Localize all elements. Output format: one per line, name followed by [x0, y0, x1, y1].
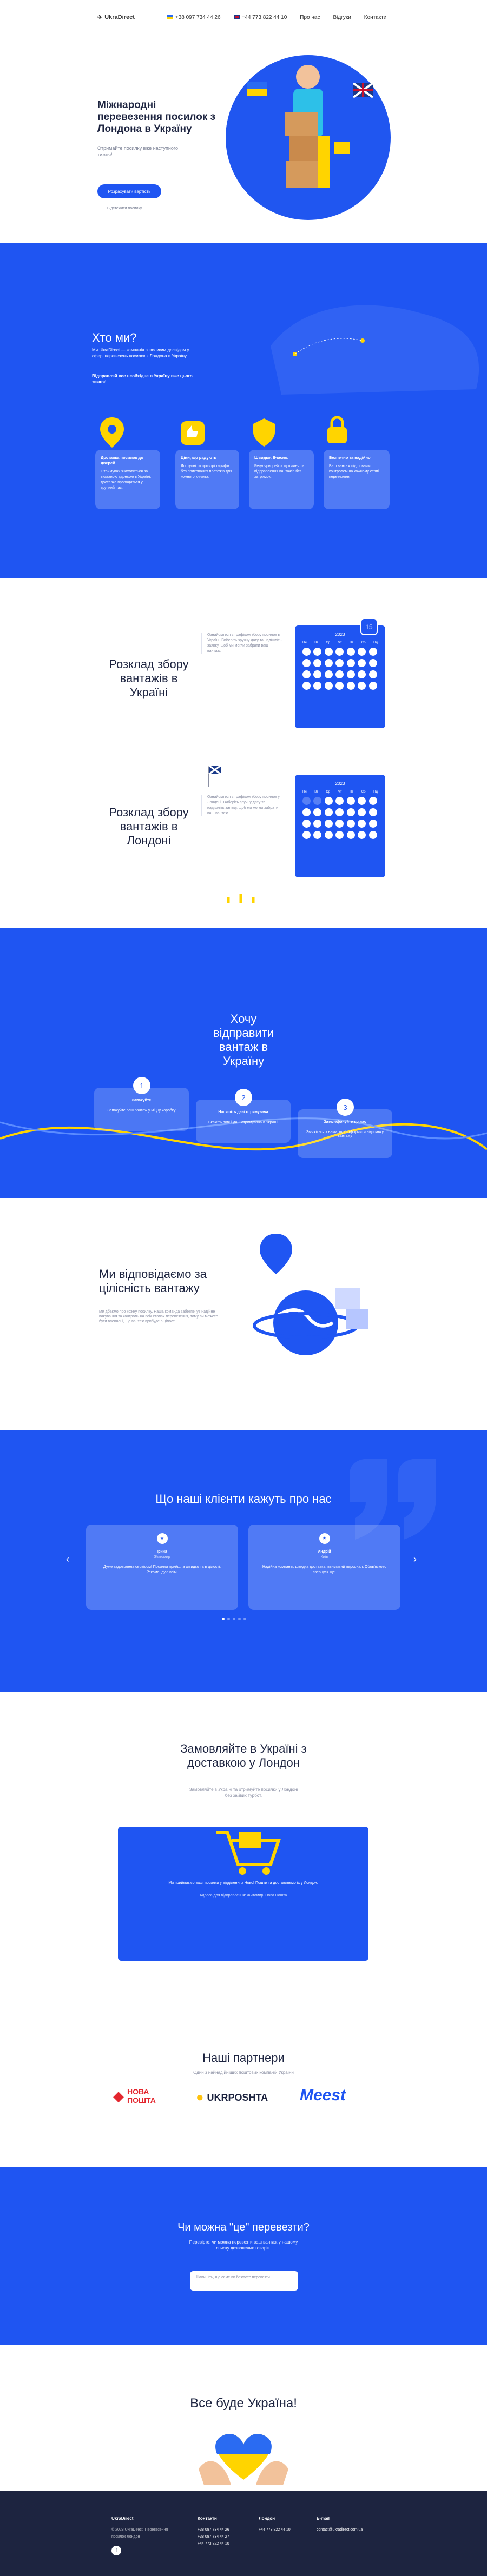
glory-title: Все буде Україна!: [190, 2396, 297, 2411]
avatar: ★: [319, 1533, 330, 1544]
calendar-badge-icon: 15: [360, 618, 378, 635]
novaposhta-icon: ◆: [113, 2087, 124, 2104]
calendar-london: 2023 Пн Вт Ср Чт Пт Сб Нд: [295, 775, 385, 877]
schedule-london-title: Розклад збору вантажів в Лондоні: [109, 806, 189, 847]
calendar-days[interactable]: [300, 648, 380, 690]
next-arrow-icon[interactable]: ›: [413, 1554, 417, 1565]
flag-uk-icon: [233, 15, 240, 19]
send-title: Хочу відправити вантаж в Україну: [213, 1012, 274, 1068]
nav-reviews[interactable]: Відгуки: [333, 15, 351, 21]
schedule-ukraine-title: Розклад збору вантажів в Україні: [109, 657, 189, 699]
logo[interactable]: ✈ UkraDirect: [97, 14, 135, 21]
review-card: ★ Ірина Житомир Дуже задоволена сервісом! П…: [86, 1525, 238, 1610]
heart-hands-illustration: [199, 2433, 288, 2485]
hero-title: Міжнародні перевезення посилок з Лондона…: [97, 99, 216, 135]
ukrposhta-icon: ●: [196, 2090, 204, 2105]
nav-contacts[interactable]: Контакти: [364, 15, 387, 21]
social-icon[interactable]: f: [111, 2546, 121, 2555]
calculate-button[interactable]: Розрахувати вартість: [97, 184, 161, 198]
partner-novaposhta[interactable]: ◆ НОВА ПОШТА: [113, 2087, 160, 2105]
flag-pin-icon: [208, 764, 221, 787]
svg-text:15: 15: [365, 623, 373, 631]
prohibited-text: Перевірте, чи можна перевезти ваш вантаж…: [189, 2240, 298, 2251]
feature-card: Доставка посилок до дверей Отримувач знах…: [95, 450, 160, 509]
footer-london: Лондон +44 773 822 44 10: [259, 2516, 291, 2532]
who-title: Хто ми?: [92, 331, 137, 344]
glory-section: Все буде Україна!: [0, 2345, 487, 2491]
map-background: [271, 305, 479, 395]
lock-icon: [327, 416, 347, 443]
send-section: Хочу відправити вантаж в Україну 1 Запаку…: [0, 928, 487, 1198]
hero: Міжнародні перевезення посилок з Лондона…: [0, 35, 487, 243]
header: ✈ UkraDirect +38 097 734 44 26 +44 773 82…: [0, 0, 487, 35]
footer: UkraDirect © 2023 UkraDirect. Перевезення…: [0, 2491, 487, 2576]
reviews-title: Що наші клієнти кажуть про нас: [155, 1492, 332, 1506]
order-title: Замовляйте в Україні з доставкою у Лондо…: [180, 1742, 307, 1769]
partners-section: Наші партнери Один з найнадійніших пошто…: [0, 1967, 487, 2167]
footer-email: E-mail contact@ukradirect.com.ua: [317, 2516, 363, 2532]
globe-illustration: [253, 1234, 368, 1355]
phone-uk[interactable]: +44 773 822 44 10: [233, 15, 287, 21]
review-card: ★ Андрій Київ Надійна компанія, швидка дост…: [248, 1525, 400, 1610]
partners-subtitle: Один з найнадійніших поштових компаній У…: [193, 2070, 294, 2075]
feature-card: Безпечно та надійно Ваш вантаж під повним…: [324, 450, 390, 509]
who-section: Хто ми? Ми UkraDirect — компанія із вели…: [0, 243, 487, 578]
shopping-cart-icon: [216, 1831, 281, 1875]
courier-illustration: [247, 65, 374, 188]
prohibited-section: Чи можна "це" перевезти? Перевірте, чи м…: [0, 2167, 487, 2345]
integrity-title: Ми відповідаємо за цілісність вантажу: [99, 1267, 207, 1295]
weekday-header: Пн Вт Ср Чт Пт Сб Нд: [302, 641, 378, 644]
search-input[interactable]: Напишіть, що саме ви бажаєте перевезти: [190, 2271, 298, 2291]
schedule-ukraine-note: Ознайомтеся з графіком збору посилок в У…: [201, 633, 282, 654]
step-card: 3 Зателефонуйте до нас Зв'яжіться з нами, …: [298, 1099, 392, 1158]
footer-brand: UkraDirect © 2023 UkraDirect. Перевезення…: [111, 2515, 171, 2555]
hero-subtitle: Отримайте посилку вже наступного тижня!: [97, 145, 178, 157]
feature-card: Швидко. Вчасно. Регулярні рейси щотижня т…: [249, 450, 314, 509]
shield-icon: [253, 418, 275, 447]
avatar: ★: [156, 1533, 168, 1544]
prohibited-title: Чи можна "це" перевезти?: [177, 2221, 310, 2233]
phone-ua[interactable]: +38 097 734 44 26: [167, 15, 221, 21]
nav-about[interactable]: Про нас: [300, 15, 320, 21]
step-card: 1 Запакуйте Запакуйте ваш вантаж у міцну к…: [94, 1077, 189, 1131]
integrity-text: Ми дбаємо про кожну посилку. Наша команд…: [99, 1310, 218, 1323]
integrity-section: Ми відповідаємо за цілісність вантажу Ми…: [0, 1198, 487, 1430]
order-info-box: Ми приймаємо ваші посилки у відділеннях …: [118, 1827, 368, 1961]
weekday-header: Пн Вт Ср Чт Пт Сб Нд: [302, 790, 378, 794]
thumbs-up-icon: [181, 421, 205, 445]
calendar-ukraine: 2023 Пн Вт Ср Чт Пт Сб Нд: [295, 625, 385, 728]
logo-icon: ✈: [97, 14, 103, 21]
schedule-london: Розклад збору вантажів в Лондоні Ознайом…: [0, 741, 487, 903]
footer-contacts: Контакти +38 097 734 44 26 +38 097 734 44 …: [198, 2516, 229, 2546]
who-text: Ми UkraDirect — компанія із великим досв…: [92, 348, 189, 358]
partners-title: Наші партнери: [202, 2051, 285, 2065]
schedule-ukraine: Розклад збору вантажів в Україні Ознайом…: [0, 578, 487, 741]
who-highlight: Відправляй все необхідне в Україну вже ц…: [92, 374, 193, 384]
hero-circle: [226, 55, 391, 220]
order-description: Замовляйте в Україні та отримуйте посилк…: [189, 1787, 298, 1798]
prev-arrow-icon[interactable]: ‹: [66, 1554, 69, 1565]
track-link[interactable]: Відстежити посилку: [107, 207, 142, 210]
reviews-section: Що наші клієнти кажуть про нас ‹ › ★ Ірин…: [0, 1430, 487, 1692]
order-section: Замовляйте в Україні з доставкою у Лондо…: [0, 1692, 487, 1967]
flag-ua-icon: [167, 15, 173, 19]
location-pin-icon: [100, 417, 124, 448]
schedule-london-note: Ознайомтеся з графіком збору посилок у Л…: [201, 795, 282, 816]
trident-icon: [227, 894, 255, 903]
partner-ukrposhta[interactable]: ● UKRPOSHTA: [196, 2090, 268, 2105]
step-card: 2 Напишіть дані отримувача Вкажіть повні д…: [196, 1089, 291, 1143]
feature-card: Ціни, що радують Доступні та прозорі тари…: [175, 450, 239, 509]
partner-meest[interactable]: Meest: [300, 2086, 346, 2105]
calendar-days[interactable]: [300, 797, 380, 839]
carousel-dots[interactable]: [222, 1618, 246, 1620]
